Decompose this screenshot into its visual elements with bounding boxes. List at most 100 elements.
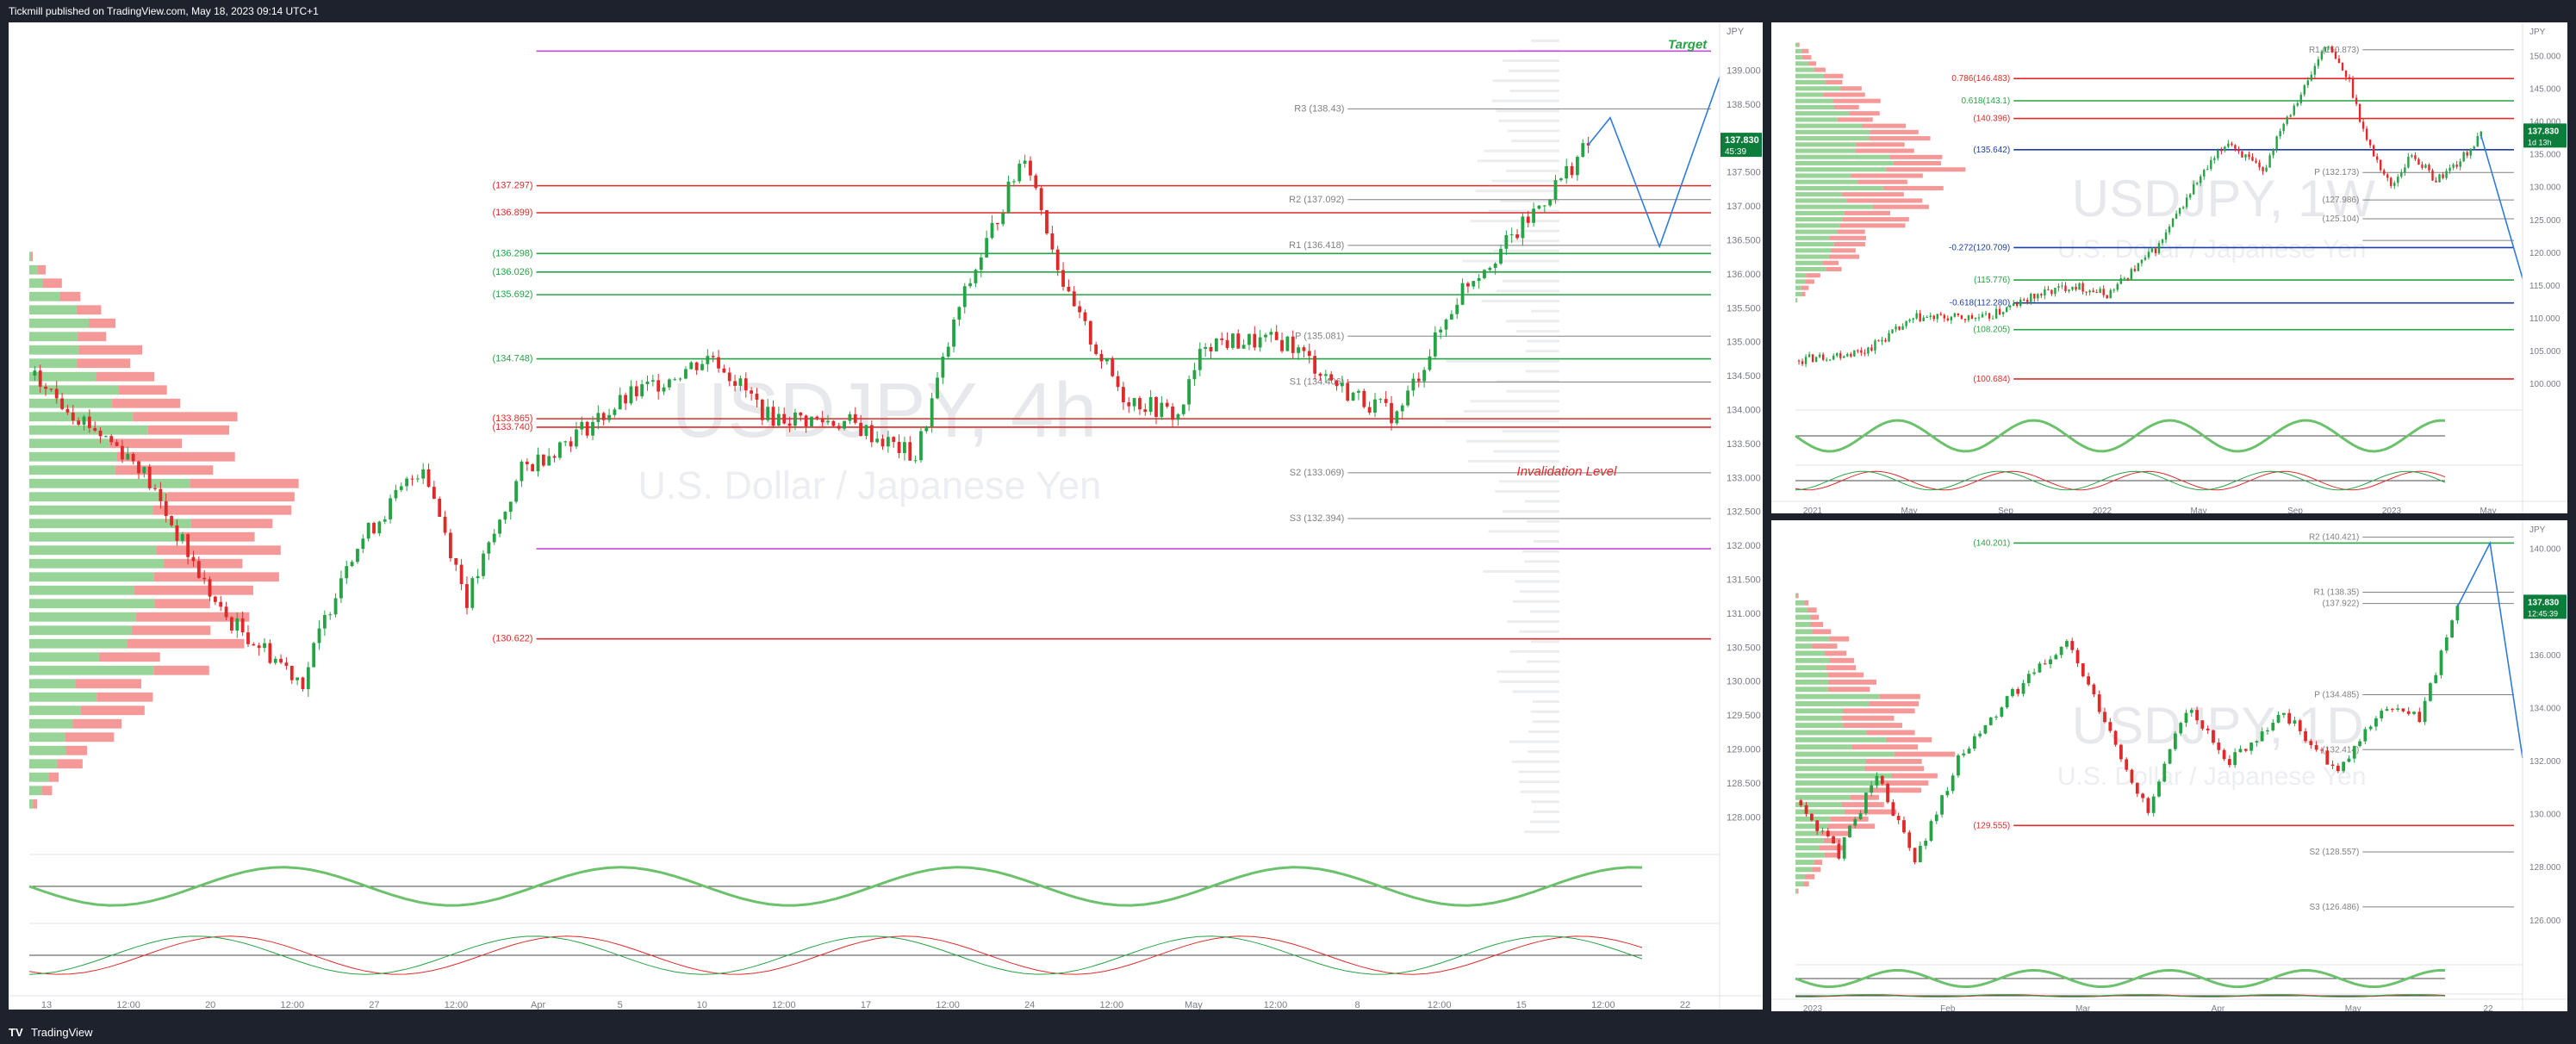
volume-profile-bar: [1795, 235, 1830, 240]
candle-body: [1864, 352, 1866, 354]
price-level-label: R2 (137.092): [1289, 195, 1344, 205]
candle-body: [810, 416, 813, 426]
candle-body: [618, 395, 622, 410]
volume-profile-bar: [29, 465, 115, 475]
chart-daily-svg[interactable]: USDJPY, 1DU.S. Dollar / Japanese Yen(140…: [1771, 520, 2567, 1011]
volume-profile-bar: [1849, 111, 1880, 116]
candle-body: [2462, 152, 2465, 162]
volume-profile-bar: [1801, 55, 1812, 60]
candle-body: [875, 438, 880, 443]
candle-body: [1891, 329, 1894, 333]
candle-body: [2238, 749, 2243, 753]
volume-profile-bar: [29, 545, 157, 556]
volume-profile-bar: [29, 332, 78, 342]
price-level-label: R1 (136.418): [1289, 240, 1344, 251]
candle-body: [2473, 146, 2475, 149]
candle-body: [186, 534, 190, 557]
x-axis-tick-label: 12:00: [936, 1000, 960, 1010]
candle-body: [2313, 65, 2317, 75]
y-axis-tick-label: 138.500: [1727, 100, 1761, 110]
candle-body: [2162, 763, 2167, 782]
x-axis-tick-label: Feb: [1940, 1004, 1956, 1011]
volume-profile-bar: [134, 585, 253, 595]
volume-profile-bar: [1795, 622, 1811, 627]
candle-body: [1818, 354, 1821, 357]
candle-body: [613, 409, 617, 415]
volume-profile-bar: [1795, 179, 1858, 184]
y-axis-unit: JPY: [1727, 27, 1745, 37]
candle-body: [1023, 160, 1027, 165]
candle-body: [2237, 148, 2240, 152]
session-volume-bar: [1527, 519, 1559, 523]
volume-profile-bar: [133, 412, 238, 422]
candle-body: [684, 369, 688, 379]
session-volume-bar: [1519, 780, 1559, 784]
candle-body: [1455, 304, 1459, 314]
volume-profile-bar: [1795, 48, 1803, 53]
candle-body: [1214, 338, 1218, 351]
candle-body: [2032, 672, 2037, 674]
candle-body: [77, 420, 81, 425]
candle-body: [1472, 281, 1476, 287]
candle-body: [2026, 674, 2031, 684]
chart-main-4h[interactable]: USDJPY, 4h U.S. Dollar / Japanese Yen R3 (…: [9, 22, 1763, 1010]
candle-body: [2243, 749, 2248, 751]
volume-profile-bar: [1837, 117, 1873, 122]
volume-profile-bar: [1795, 123, 1863, 128]
candle-body: [913, 460, 918, 462]
session-volume-bar: [1511, 140, 1559, 143]
chart-daily[interactable]: USDJPY, 1D U.S. Dollar / Japanese Yen (140…: [1771, 520, 2567, 1011]
y-axis-tick-label: 130.500: [1727, 643, 1761, 653]
y-axis-tick-label: 129.500: [1727, 711, 1761, 721]
candle-body: [1874, 340, 1876, 351]
volume-profile-bar: [1795, 736, 1886, 743]
candle-body: [2081, 283, 2084, 292]
volume-profile-bar: [1826, 665, 1857, 671]
candle-body: [312, 643, 316, 668]
candle-body: [760, 399, 764, 420]
candle-body: [405, 478, 409, 487]
volume-profile-bar: [1812, 629, 1832, 635]
candle-body: [2011, 688, 2014, 697]
candle-body: [60, 398, 65, 409]
chart-weekly-svg[interactable]: USDJPY, 1WU.S. Dollar / Japanese YenR1 (…: [1771, 22, 2567, 513]
chart-weekly[interactable]: USDJPY, 1W U.S. Dollar / Japanese Yen R1 (…: [1771, 22, 2567, 513]
candle-body: [1825, 359, 1828, 361]
chart-main-svg[interactable]: USDJPY, 4hU.S. Dollar / Japanese YenR3 (…: [9, 22, 1763, 1010]
price-level-label: (137.922): [2323, 600, 2360, 609]
candle-body: [1335, 380, 1339, 387]
y-axis-tick-label: 133.000: [1727, 473, 1761, 483]
candle-body: [892, 437, 896, 443]
candle-body: [1994, 308, 1998, 319]
candle-body: [482, 553, 485, 576]
volume-profile-bar: [29, 492, 168, 502]
candle-body: [750, 390, 754, 394]
candle-body: [2361, 121, 2365, 129]
volume-profile-bar: [29, 519, 191, 529]
candle-body: [306, 667, 310, 690]
candle-body: [1176, 413, 1180, 420]
x-axis-tick-label: Apr: [2212, 1004, 2225, 1011]
volume-profile-bar: [1825, 650, 1847, 656]
y-axis-tick-label: 115.000: [2529, 282, 2560, 291]
candle-body: [1406, 390, 1409, 406]
volume-profile-bar: [29, 531, 183, 542]
volume-profile-bar: [1795, 809, 1845, 815]
volume-profile-bar: [164, 558, 243, 569]
candle-body: [1187, 379, 1192, 405]
candle-body: [1416, 378, 1421, 382]
volume-profile-bar: [1796, 888, 1799, 894]
candle-body: [1400, 405, 1404, 412]
volume-profile-bar: [42, 278, 62, 289]
volume-profile-bar: [1879, 693, 1920, 699]
session-volume-bar: [1525, 350, 1559, 353]
candle-body: [2429, 683, 2432, 701]
volume-profile-bar: [29, 412, 134, 422]
volume-profile-bar: [1827, 823, 1876, 830]
candle-body: [2059, 646, 2063, 656]
session-volume-bar: [1531, 39, 1559, 42]
volume-profile-bar: [1825, 79, 1843, 85]
volume-profile-bar: [1795, 787, 1869, 793]
volume-profile-bar: [1795, 192, 1842, 197]
volume-profile-bar: [29, 252, 32, 262]
